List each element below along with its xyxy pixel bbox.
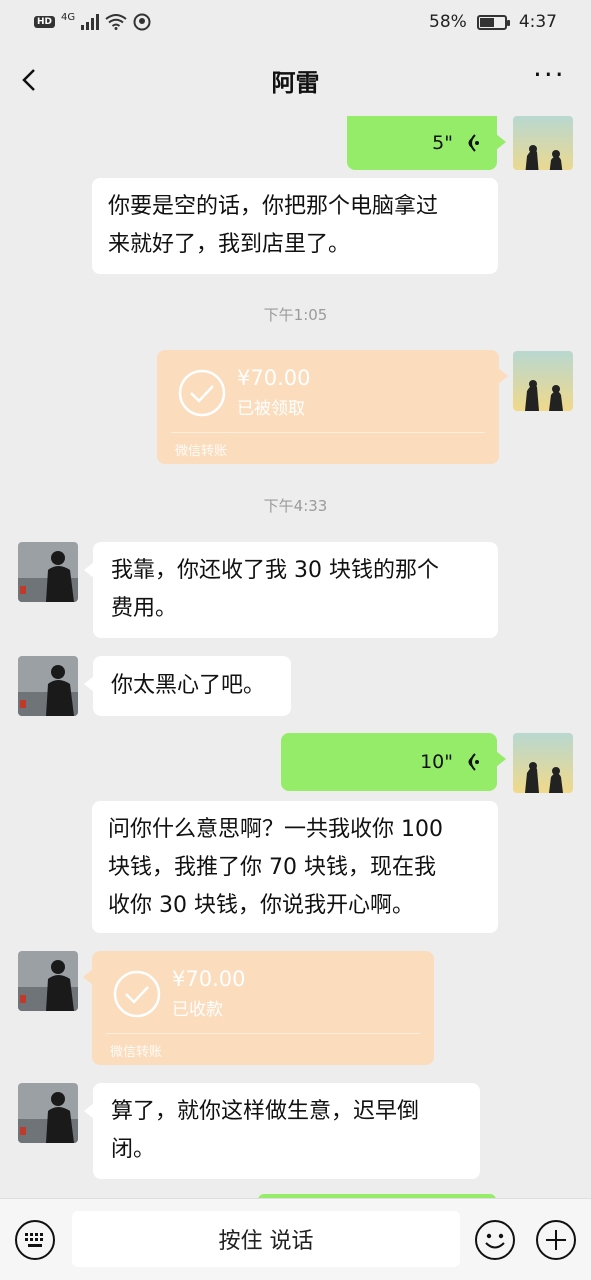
message-bubble[interactable]: 我靠，你还收了我 30 块钱的那个 费用。	[84, 542, 498, 638]
emoji-icon[interactable]	[474, 1219, 516, 1261]
voice-duration: 5"	[432, 132, 453, 154]
transfer-footer: 微信转账	[175, 444, 228, 459]
voice-message[interactable]: 10"	[281, 733, 506, 791]
transfer-status: 已收款	[172, 1000, 223, 1020]
plus-icon[interactable]	[535, 1219, 577, 1261]
my-avatar[interactable]	[513, 351, 573, 411]
message-bubble[interactable]: 算了，就你这样做生意，迟早倒 闭。	[84, 1083, 480, 1179]
message-line: 算了，就你这样做生意，迟早倒	[111, 1099, 420, 1124]
message-line: 收你 30 块钱，你说我开心啊。	[108, 893, 414, 918]
avatar-person-icon	[18, 951, 78, 1011]
chat-area[interactable]: 5" 你要是空的话，你把那个电脑拿过 来就好了，我到店里了。 下午1:05 ¥7…	[0, 116, 591, 1198]
avatar-person-icon	[18, 542, 78, 602]
battery-fill	[479, 17, 494, 27]
transfer-amount: ¥70.00	[172, 967, 246, 991]
status-right: 58% 4:37	[429, 12, 557, 32]
message-line: 闭。	[111, 1137, 156, 1162]
my-avatar[interactable]	[513, 116, 573, 170]
message-line: 来就好了，我到店里了。	[108, 232, 351, 257]
peer-avatar[interactable]	[18, 542, 78, 602]
voice-wave-icon	[468, 753, 479, 771]
voice-wave-icon	[468, 134, 479, 152]
check-circle-icon	[178, 369, 226, 417]
peer-avatar[interactable]	[18, 1083, 78, 1143]
notification-icon	[133, 13, 151, 31]
hold-to-talk-button[interactable]: 按住 说话	[72, 1211, 460, 1267]
peer-avatar[interactable]	[18, 951, 78, 1011]
status-left: HD 4G	[34, 11, 151, 31]
message-line: 你要是空的话，你把那个电脑拿过	[108, 194, 439, 219]
peer-avatar[interactable]	[18, 656, 78, 716]
clock: 4:37	[518, 12, 557, 32]
my-avatar[interactable]	[513, 733, 573, 793]
hd-badge: HD	[34, 16, 56, 28]
transfer-card[interactable]: ¥70.00 已收款 微信转账	[83, 951, 434, 1065]
wifi-icon	[105, 14, 127, 30]
message-line: 我靠，你还收了我 30 块钱的那个	[111, 558, 439, 583]
divider	[171, 432, 485, 433]
back-icon[interactable]	[16, 62, 44, 98]
voice-duration: 10"	[420, 751, 453, 773]
message-line: 块钱，我推了你 70 块钱，现在我	[108, 855, 436, 880]
avatar-person-icon	[18, 656, 78, 716]
timestamp: 下午1:05	[263, 306, 328, 324]
battery-icon	[476, 14, 510, 30]
message-line: 问你什么意思啊？一共我收你 100	[108, 817, 443, 842]
transfer-card[interactable]: ¥70.00 已被领取 微信转账	[157, 350, 508, 464]
message-line: 你太黑心了吧。	[111, 673, 266, 698]
transfer-status: 已被领取	[237, 399, 305, 419]
message-bubble[interactable]: 你太黑心了吧。	[84, 656, 291, 716]
keyboard-icon[interactable]	[14, 1219, 56, 1261]
avatar-silhouette-icon	[513, 733, 573, 793]
message-bubble[interactable]: 你要是空的话，你把那个电脑拿过 来就好了，我到店里了。	[92, 178, 498, 274]
status-bar: HD 4G 58% 4:37	[0, 0, 591, 44]
voice-transcription[interactable]: 问你什么意思啊？一共我收你 100 块钱，我推了你 70 块钱，现在我 收你 3…	[92, 801, 498, 933]
signal-icon	[81, 14, 100, 30]
nav-bar: 阿雷 ···	[0, 44, 591, 116]
avatar-person-icon	[18, 1083, 78, 1143]
divider	[106, 1033, 420, 1034]
transfer-footer: 微信转账	[110, 1045, 163, 1060]
check-circle-icon	[113, 970, 161, 1018]
network-label: 4G	[61, 11, 76, 23]
more-icon[interactable]: ···	[533, 61, 569, 90]
battery-percent: 58%	[429, 12, 467, 32]
transfer-amount: ¥70.00	[237, 366, 311, 390]
avatar-silhouette-icon	[513, 351, 573, 411]
avatar-silhouette-icon	[513, 116, 573, 170]
input-bar: 按住 说话	[0, 1198, 591, 1280]
chat-title: 阿雷	[271, 68, 320, 97]
timestamp: 下午4:33	[263, 497, 328, 515]
voice-message[interactable]: 5"	[347, 116, 506, 170]
message-line: 费用。	[111, 596, 178, 621]
